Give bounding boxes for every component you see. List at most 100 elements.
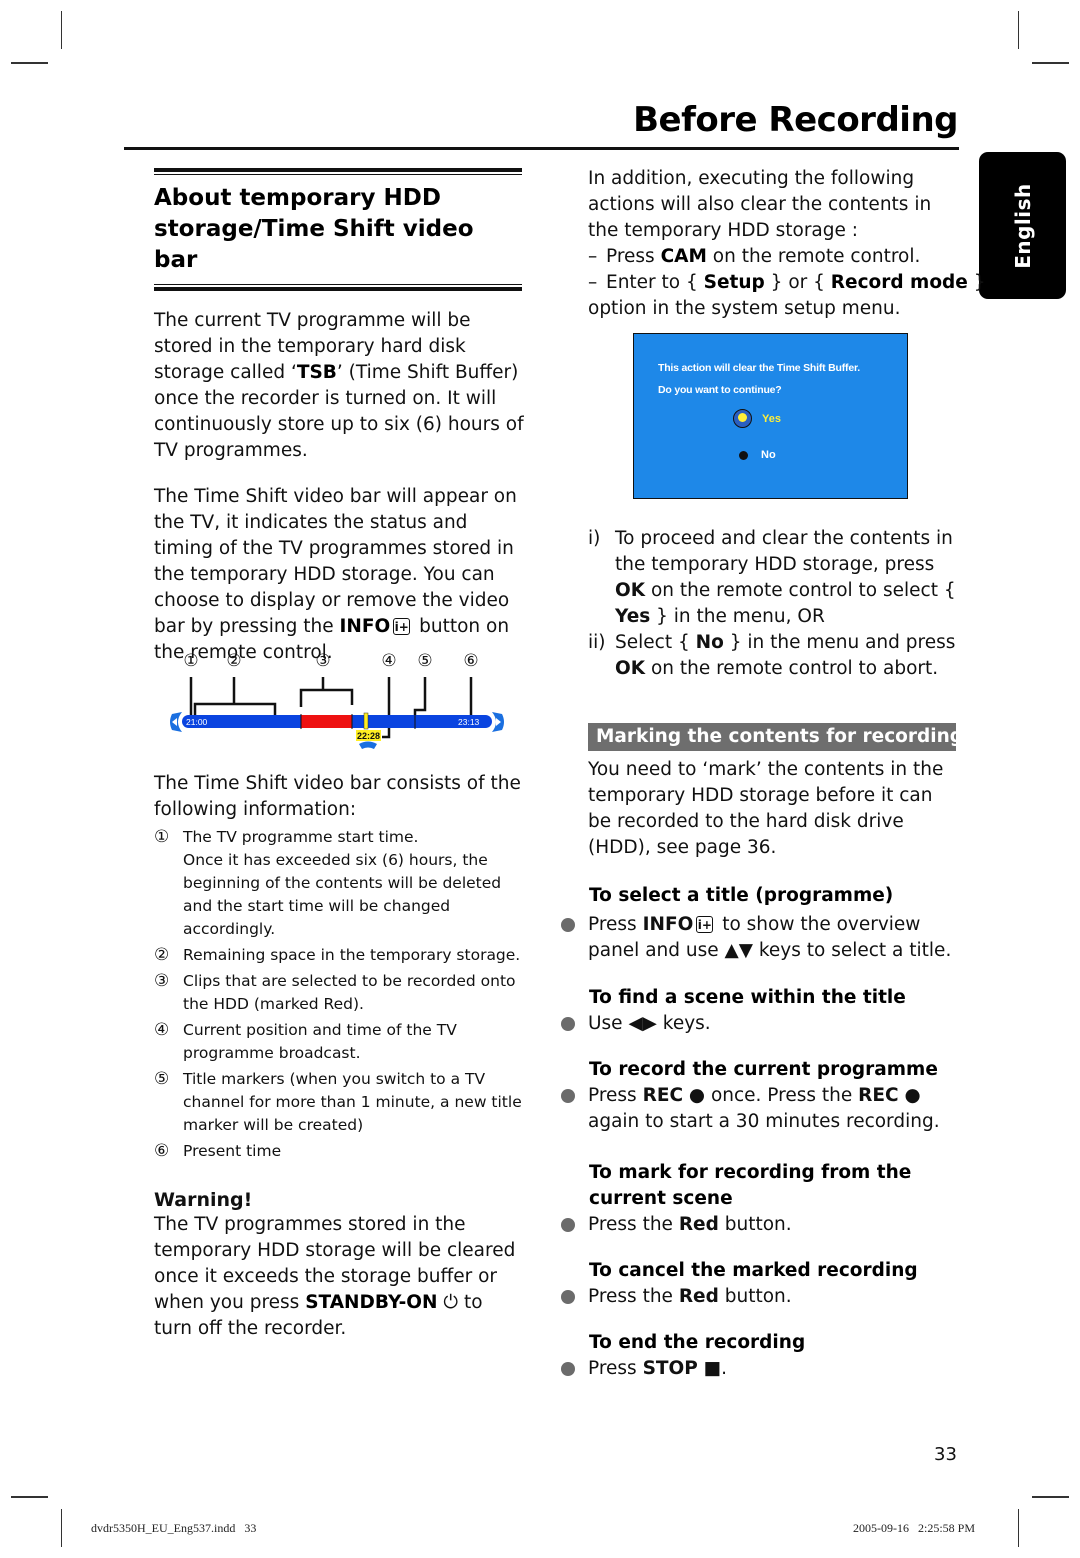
text: button. bbox=[718, 1286, 792, 1307]
task-bullet: Use ◀▶ keys. bbox=[561, 1011, 961, 1037]
legend-item: ① The TV programme start time. Once it ha… bbox=[154, 826, 529, 941]
setup-option: Setup bbox=[703, 272, 765, 293]
text: } in the menu and press bbox=[723, 632, 956, 653]
step-number: i) bbox=[588, 528, 601, 549]
legend-item: ② Remaining space in the temporary stora… bbox=[154, 944, 529, 967]
tsb-term: TSB bbox=[296, 362, 337, 383]
legend-text: Present time bbox=[183, 1142, 282, 1160]
text: Select { bbox=[615, 632, 696, 653]
text: on the remote control to abort. bbox=[645, 658, 939, 679]
task-text: Use ◀▶ keys. bbox=[588, 1013, 711, 1034]
task-text: Press the Red button. bbox=[588, 1284, 961, 1310]
task-heading: To find a scene within the title bbox=[589, 987, 906, 1008]
task-bullet: Press the Red button. bbox=[561, 1284, 961, 1310]
info-key: INFO bbox=[642, 914, 694, 935]
task-bullet: Press STOP ■. bbox=[561, 1356, 961, 1382]
warning-text: The TV programmes stored in the temporar… bbox=[154, 1212, 524, 1342]
task-heading: To mark for recording from the current s… bbox=[589, 1162, 912, 1209]
callout-1: ① bbox=[183, 651, 198, 671]
legend-number: ③ bbox=[154, 971, 170, 991]
steps-list: i) To proceed and clear the contents in … bbox=[588, 526, 958, 682]
legend-list: ① The TV programme start time. Once it ha… bbox=[154, 826, 529, 1166]
language-tab-label: English bbox=[1010, 182, 1035, 269]
step-text: To proceed and clear the contents in the… bbox=[615, 526, 958, 630]
task-heading: To end the recording bbox=[589, 1332, 806, 1353]
legend-item: ③ Clips that are selected to be recorded… bbox=[154, 970, 529, 1016]
text: ■. bbox=[697, 1358, 728, 1379]
legend-number: ⑤ bbox=[154, 1069, 170, 1089]
red-key: Red bbox=[678, 1286, 719, 1307]
language-tab: English bbox=[979, 152, 1066, 299]
dash-item: – Press CAM on the remote control. bbox=[588, 244, 958, 270]
slug-timestamp: 2005-09-16 2:25:58 PM bbox=[853, 1521, 976, 1535]
task-text: Press STOP ■. bbox=[588, 1356, 961, 1382]
legend-text: Clips that are selected to be recorded o… bbox=[183, 972, 516, 1013]
text: } in the menu, OR bbox=[650, 606, 825, 627]
bullet-icon bbox=[561, 1362, 575, 1376]
callout-5: ⑤ bbox=[417, 651, 432, 671]
rec-key: REC bbox=[858, 1085, 899, 1106]
section-heading-line: About temporary HDD bbox=[154, 185, 441, 211]
legend-number: ⑥ bbox=[154, 1141, 170, 1161]
time-shift-bar-diagram: ① ② ③ ④ ⑤ ⑥ 21:00 23:13 22:28 bbox=[170, 651, 504, 749]
legend-text: Title markers (when you switch to a TV c… bbox=[183, 1070, 522, 1134]
intro-paragraph: In addition, executing the following act… bbox=[588, 168, 932, 241]
info-icon: i+ bbox=[696, 916, 714, 933]
current-position-marker bbox=[363, 712, 369, 730]
present-time-label: 23:13 bbox=[458, 717, 480, 727]
task-heading: To record the current programme bbox=[589, 1059, 938, 1080]
task-bullet: Press REC ● once. Press the REC ● again … bbox=[561, 1083, 961, 1135]
callout-6: ⑥ bbox=[463, 651, 478, 671]
legend-item: ⑥ Present time bbox=[154, 1140, 529, 1163]
text: Enter to { bbox=[606, 272, 704, 293]
dialog-question: Do you want to continue? bbox=[658, 384, 782, 396]
bullet-icon bbox=[561, 1290, 575, 1304]
video-bar-paragraph: The Time Shift video bar will appear on … bbox=[154, 484, 524, 666]
rec-key: REC bbox=[642, 1085, 684, 1106]
bullet-icon bbox=[561, 1218, 575, 1232]
bullet-icon bbox=[561, 918, 575, 932]
dash-text: Enter to { Setup } or { Record mode } bbox=[606, 270, 986, 296]
no-option: No bbox=[695, 632, 724, 653]
task-text: Press the Red button. bbox=[588, 1212, 961, 1238]
section-heading-line: storage/Time Shift video bar bbox=[154, 216, 474, 273]
crop-mark bbox=[61, 1509, 62, 1547]
heading-rule bbox=[154, 284, 522, 285]
leader-3 bbox=[299, 677, 354, 707]
text: Press bbox=[606, 246, 661, 267]
task-heading: To cancel the marked recording bbox=[589, 1260, 918, 1281]
step-text: Select { No } in the menu and press OK o… bbox=[615, 630, 958, 682]
ok-key: OK bbox=[615, 580, 646, 601]
marking-paragraph: You need to ‘mark’ the contents in the t… bbox=[588, 759, 944, 858]
crop-mark bbox=[1018, 11, 1019, 49]
dialog-no-option[interactable]: No bbox=[761, 449, 776, 461]
info-icon: i+ bbox=[393, 618, 411, 635]
marking-heading: Marking the contents for recording bbox=[588, 723, 963, 751]
task-text: Press INFO i+ to show the overview panel … bbox=[588, 912, 961, 964]
callout-4: ④ bbox=[381, 651, 396, 671]
tsb-clear-dialog: This action will clear the Time Shift Bu… bbox=[633, 333, 908, 499]
task-bullet: Press the Red button. bbox=[561, 1212, 961, 1238]
dash-text: Press CAM on the remote control. bbox=[606, 244, 920, 270]
text: } bbox=[967, 272, 986, 293]
selection-cursor-icon bbox=[733, 409, 752, 428]
text: on the remote control to select { bbox=[645, 580, 956, 601]
record-mode-option: Record mode bbox=[830, 272, 968, 293]
dialog-yes-option[interactable]: Yes bbox=[762, 413, 781, 425]
page-number: 33 bbox=[934, 1444, 957, 1465]
legend-item: ④ Current position and time of the TV pr… bbox=[154, 1019, 529, 1065]
stop-key: STOP bbox=[642, 1358, 698, 1379]
legend-number: ④ bbox=[154, 1020, 170, 1040]
slug-filename: dvdr5350H_EU_Eng537.indd 33 bbox=[91, 1521, 257, 1535]
crop-mark bbox=[11, 1496, 48, 1498]
text: Press bbox=[588, 1085, 643, 1106]
text: To proceed and clear the contents in the… bbox=[615, 528, 953, 575]
step-item: ii) Select { No } in the menu and press … bbox=[588, 630, 958, 682]
dash-continuation: option in the system setup menu. bbox=[588, 298, 901, 319]
info-key: INFO bbox=[339, 616, 391, 637]
step-item: i) To proceed and clear the contents in … bbox=[588, 526, 958, 630]
legend-text: Remaining space in the temporary storage… bbox=[183, 946, 521, 964]
legend-text: Current position and time of the TV prog… bbox=[183, 1021, 457, 1062]
callout-3: ③ bbox=[315, 651, 330, 671]
text: button. bbox=[718, 1214, 792, 1235]
